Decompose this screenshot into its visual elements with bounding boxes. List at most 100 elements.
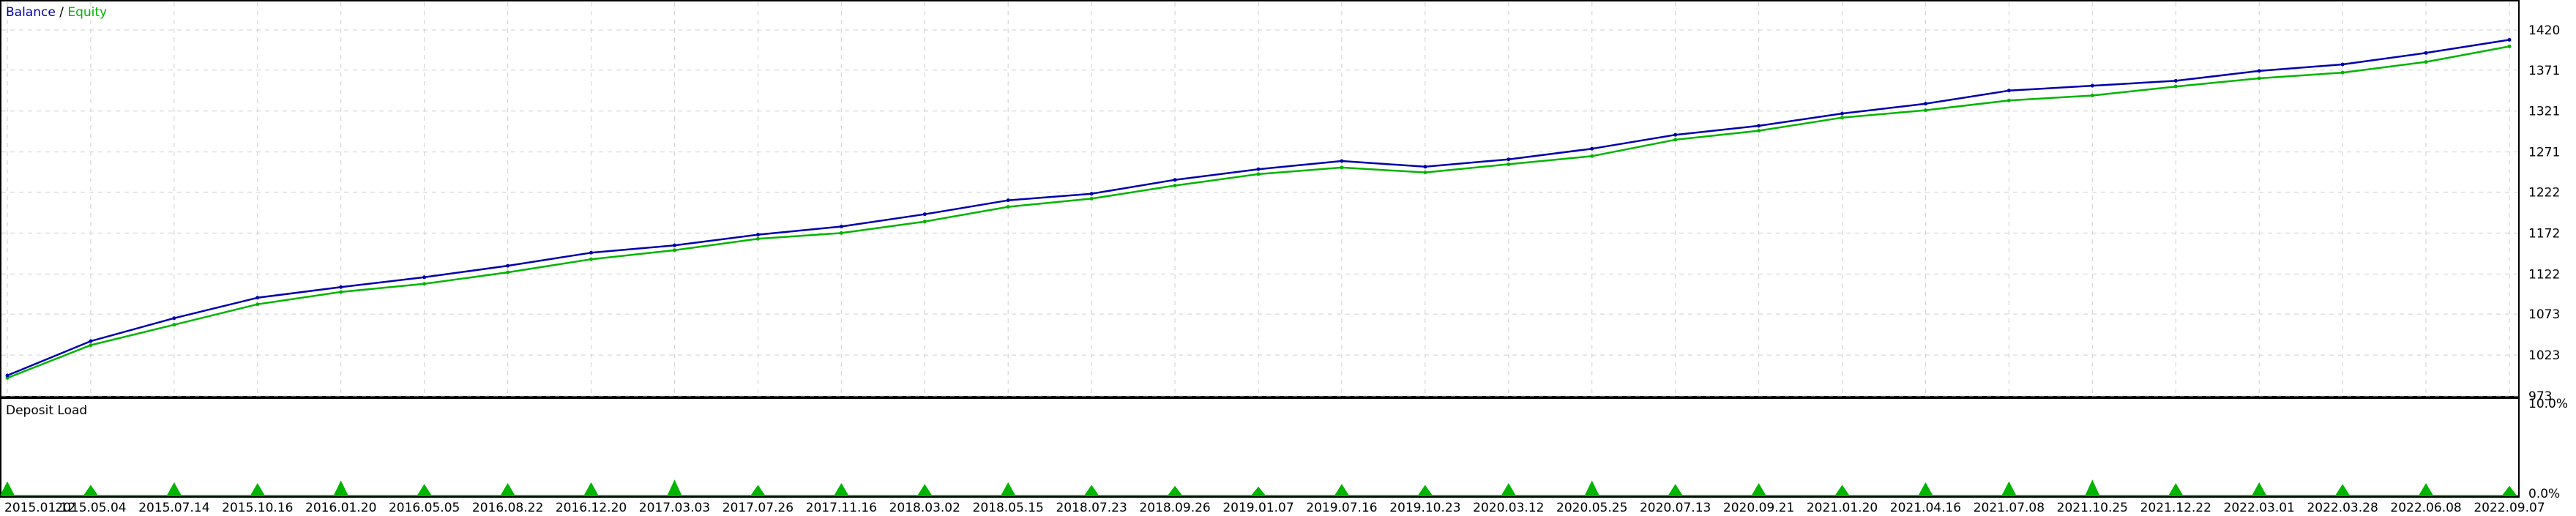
balance-point — [1673, 132, 1678, 137]
equity-point — [922, 220, 927, 224]
legend-separator: / — [56, 5, 68, 20]
balance-point — [589, 250, 594, 255]
balance-point — [2257, 69, 2261, 73]
equity-point — [1590, 154, 1594, 158]
x-tick-label: 2015.05.04 — [55, 501, 126, 515]
balance-point — [89, 339, 93, 343]
tester-report-chart: Balance / Equity 97310231073112211721222… — [0, 0, 2568, 515]
x-tick-label: 2021.01.20 — [1807, 501, 1878, 515]
balance-point — [2340, 62, 2345, 67]
y-tick-label: 1371 — [2528, 64, 2560, 78]
balance-point — [422, 275, 427, 280]
deposit-load-panel: Deposit Load 10.0% 0.0% — [0, 397, 2568, 501]
chart-legend: Balance / Equity — [6, 5, 107, 20]
balance-point — [2507, 37, 2512, 42]
x-tick-label: 2022.03.28 — [2307, 501, 2378, 515]
x-tick-label: 2017.07.26 — [723, 501, 794, 515]
equity-point — [1673, 138, 1678, 142]
balance-point — [755, 233, 760, 237]
y-tick-label: 1420 — [2528, 23, 2560, 38]
equity-point — [839, 231, 843, 235]
equity-point — [2006, 98, 2011, 102]
x-tick-label: 2017.03.03 — [639, 501, 710, 515]
x-tick-label: 2018.09.26 — [1139, 501, 1210, 515]
x-tick-label: 2020.07.13 — [1640, 501, 1711, 515]
y-tick-label: 1073 — [2528, 307, 2560, 322]
balance-point — [1507, 157, 1511, 162]
balance-point — [2424, 51, 2428, 55]
y-axis-ticks: 973102310731122117212221271132113711420 — [2528, 23, 2560, 404]
deposit-load-panel-frame — [0, 397, 2520, 498]
equity-panel-frame — [0, 0, 2520, 397]
x-tick-label: 2019.10.23 — [1389, 501, 1460, 515]
x-tick-label: 2017.11.16 — [806, 501, 877, 515]
equity-point — [89, 343, 93, 348]
x-tick-label: 2020.09.21 — [1723, 501, 1794, 515]
equity-point — [1173, 184, 1177, 188]
equity-point — [1340, 165, 1344, 170]
equity-point — [2340, 70, 2345, 75]
x-tick-label: 2020.05.25 — [1556, 501, 1627, 515]
balance-point — [922, 212, 927, 217]
equity-point — [589, 257, 594, 261]
balance-point — [1923, 102, 1927, 106]
equity-point — [2257, 76, 2261, 81]
balance-point — [339, 285, 343, 289]
x-tick-label: 2021.07.08 — [1974, 501, 2045, 515]
x-tick-label: 2021.10.25 — [2057, 501, 2128, 515]
equity-point — [506, 270, 510, 274]
x-tick-label: 2018.03.02 — [889, 501, 960, 515]
x-tick-label: 2019.01.07 — [1222, 501, 1293, 515]
balance-point — [1089, 192, 1094, 196]
equity-point — [172, 323, 176, 327]
balance-point — [839, 224, 843, 228]
balance-point — [2173, 78, 2178, 83]
legend-balance: Balance — [6, 5, 56, 20]
x-tick-label: 2022.03.01 — [2224, 501, 2295, 515]
equity-point — [1757, 129, 1761, 133]
equity-point — [1006, 205, 1010, 209]
equity-point — [2507, 44, 2512, 48]
equity-point — [755, 236, 760, 241]
equity-panel: Balance / Equity 97310231073112211721222… — [0, 0, 2560, 404]
balance-point — [5, 373, 10, 378]
x-tick-label: 2022.06.08 — [2390, 501, 2461, 515]
balance-point — [1590, 146, 1594, 151]
x-tick-label: 2015.07.14 — [138, 501, 209, 515]
x-tick-label: 2015.10.16 — [222, 501, 293, 515]
balance-point — [1006, 198, 1010, 203]
balance-point — [1173, 178, 1177, 182]
balance-point — [2090, 83, 2094, 88]
x-axis-ticks: 2015.01.122015.05.04 2015.07.14 2015.10.16… — [4, 501, 2545, 515]
equity-point — [1840, 116, 1845, 120]
equity-point — [339, 290, 343, 294]
equity-point — [1089, 196, 1094, 201]
equity-point — [2173, 84, 2178, 89]
balance-point — [1340, 159, 1344, 163]
x-tick-label: 2016.08.22 — [472, 501, 543, 515]
y-tick-label: 1271 — [2528, 146, 2560, 160]
y-tick-label: 1023 — [2528, 348, 2560, 363]
x-tick-label: 2020.03.12 — [1473, 501, 1544, 515]
balance-point — [255, 296, 260, 300]
equity-point — [1423, 171, 1427, 175]
balance-point — [1256, 167, 1261, 171]
balance-point — [1423, 165, 1427, 169]
x-tick-label: 2021.12.22 — [2140, 501, 2211, 515]
equity-point — [672, 248, 676, 253]
legend-equity: Equity — [67, 5, 107, 20]
equity-point — [1256, 172, 1261, 176]
x-tick-label: 2018.07.23 — [1056, 501, 1127, 515]
balance-point — [506, 263, 510, 268]
deposit-load-title: Deposit Load — [6, 403, 87, 418]
deposit-load-tick-label: 0.0% — [2528, 487, 2560, 501]
x-tick-label: 2016.01.20 — [305, 501, 376, 515]
balance-point — [2006, 89, 2011, 93]
y-tick-label: 1321 — [2528, 105, 2560, 119]
balance-point — [172, 316, 176, 321]
balance-point — [1757, 124, 1761, 128]
x-tick-label: 2016.05.05 — [389, 501, 460, 515]
y-tick-label: 1222 — [2528, 185, 2560, 200]
x-tick-label: 2021.04.16 — [1890, 501, 1961, 515]
equity-point — [2090, 93, 2094, 97]
